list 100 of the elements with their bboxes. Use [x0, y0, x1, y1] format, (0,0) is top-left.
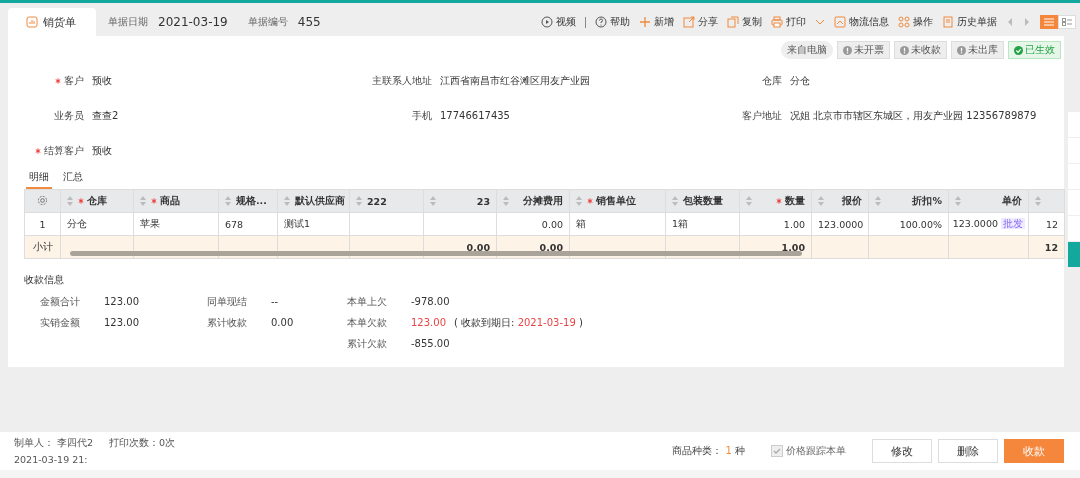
status-badge: 来自电脑 [781, 41, 833, 59]
subtotal-cell: 12 [1044, 241, 1058, 253]
table-cell: 0.00 [541, 218, 563, 230]
info-label: 金额合计 [40, 294, 81, 309]
info-label: 累计欠款 [347, 336, 388, 351]
plus-icon [639, 16, 651, 28]
info-value: -- [271, 296, 279, 307]
sort-icon[interactable] [672, 196, 678, 206]
column-header: 222 [367, 195, 387, 207]
status-badge: 未出库 [951, 41, 1004, 59]
scrollbar[interactable] [70, 251, 802, 256]
column-header: 销售单位 [596, 194, 636, 208]
detail-tab[interactable]: 汇总 [60, 168, 86, 189]
sort-icon[interactable] [503, 196, 509, 206]
info-value: 123.00 [104, 317, 139, 328]
column-header: 默认供应商 [295, 194, 345, 208]
field-label: 业务员 [54, 108, 84, 123]
date-label: 单据日期 [108, 15, 148, 29]
toolbar-button[interactable]: 分享 [683, 15, 718, 29]
sort-icon[interactable] [430, 196, 436, 206]
section-title: 收款信息 [24, 273, 65, 287]
document-icon [834, 16, 846, 28]
sort-icon[interactable] [67, 196, 73, 206]
toolbar-button[interactable]: 帮助 [595, 15, 630, 29]
field-label: 仓库 [762, 73, 782, 88]
sort-icon[interactable] [1035, 196, 1041, 206]
status-badge: 未收款 [894, 41, 947, 59]
column-header: 单价 [1002, 194, 1022, 208]
document-icon [942, 16, 954, 28]
sort-icon[interactable] [284, 196, 290, 206]
info-icon [900, 45, 909, 55]
due-note: ( 收款到期日: 2021-03-19 ) [454, 315, 583, 330]
sort-icon[interactable] [225, 196, 231, 206]
settings-icon[interactable] [37, 194, 48, 206]
sort-icon[interactable] [955, 196, 961, 206]
field-value: 预收 [92, 73, 112, 88]
table-cell: 100.00% [899, 218, 942, 230]
field-value: 分仓 [790, 73, 810, 88]
toolbar-button[interactable]: 操作 [898, 15, 933, 29]
table-cell: 箱 [576, 217, 586, 229]
right-arrow-icon[interactable] [1023, 17, 1031, 27]
column-header: 数量 [785, 194, 805, 208]
sort-icon[interactable] [875, 196, 881, 206]
list-icon [1044, 18, 1054, 26]
price-tag: 批发 [1001, 217, 1025, 229]
table-cell: 123.0000 [818, 218, 864, 230]
table-cell: 678 [225, 218, 244, 230]
side-tool-button[interactable] [1068, 242, 1080, 268]
field-value: 况姐 北京市市辖区东城区，用友产业园 12356789879 [790, 108, 1037, 123]
column-header: 分摊费用 [523, 194, 563, 208]
toolbar-button[interactable]: 物流信息 [834, 15, 889, 29]
sort-icon[interactable] [140, 196, 146, 206]
list-view-button[interactable] [1040, 15, 1058, 29]
field-label: 结算客户 [44, 143, 84, 158]
toolbar-button[interactable]: 打印 [771, 15, 806, 29]
sort-icon[interactable] [356, 196, 362, 206]
table-cell: 分仓 [67, 217, 87, 229]
toolbar-button[interactable]: 视频 [541, 15, 576, 29]
side-tool-button[interactable] [1068, 216, 1080, 242]
toolbar-button[interactable]: 历史单据 [942, 15, 997, 29]
table-cell: 12 [1045, 218, 1058, 230]
play-icon [541, 16, 553, 28]
grid-icon [898, 16, 910, 28]
info-value: -855.00 [411, 338, 450, 349]
status-badge: 未开票 [837, 41, 890, 59]
subtotal-cell: 0.00 [539, 241, 563, 253]
info-label: 本单上欠 [347, 294, 388, 309]
info-value: -978.00 [411, 296, 450, 307]
sort-icon[interactable] [746, 196, 752, 206]
field-label: 客户 [64, 73, 84, 88]
info-value: 123.00 [104, 296, 139, 307]
chart-icon [26, 16, 38, 28]
field-label: 主联系人地址 [372, 73, 432, 88]
print-count: 打印次数：0次 [109, 437, 176, 450]
table-cell: 测试1 [284, 217, 311, 229]
column-header: 商品 [160, 194, 180, 208]
field-value: 预收 [92, 143, 112, 158]
left-arrow-icon[interactable] [1006, 17, 1014, 27]
price-track-checkbox[interactable]: 价格跟踪本单 [771, 444, 846, 458]
table-cell: 苹果 [140, 217, 160, 229]
footer-button[interactable]: 修改 [872, 439, 932, 463]
table-cell: 1.00 [783, 218, 805, 230]
column-header: 仓库 [87, 194, 107, 208]
table-cell: 1箱 [672, 217, 689, 229]
caret-icon[interactable] [815, 18, 825, 26]
footer-button[interactable]: 删除 [938, 439, 998, 463]
grid-view-button[interactable] [1058, 15, 1076, 29]
info-icon [843, 45, 852, 55]
help-icon [595, 16, 607, 28]
info-label: 累计收款 [207, 315, 248, 330]
document-tab[interactable]: 销货单 [8, 8, 96, 36]
number-label: 单据编号 [247, 15, 288, 29]
toolbar-button[interactable]: 复制 [727, 15, 762, 29]
sort-icon[interactable] [576, 196, 582, 206]
info-icon [957, 45, 966, 55]
sort-icon[interactable] [818, 196, 824, 206]
toolbar-button[interactable]: 新增 [639, 15, 674, 29]
table-cell: 123.0000 [952, 217, 998, 229]
info-label: 实销金额 [40, 315, 81, 330]
field-value: 江西省南昌市红谷滩区用友产业园 [440, 73, 590, 88]
